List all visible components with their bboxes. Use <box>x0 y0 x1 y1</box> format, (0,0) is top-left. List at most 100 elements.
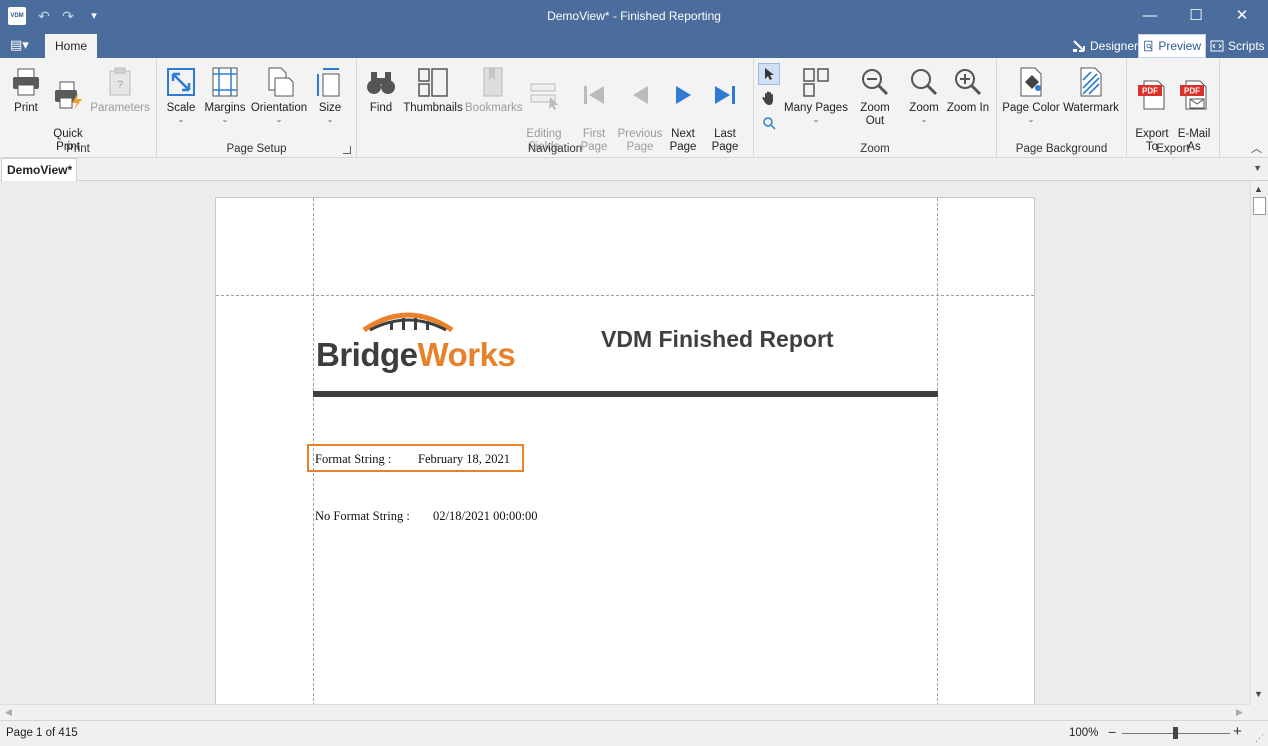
thumbnails-button[interactable]: Thumbnails <box>403 66 463 115</box>
print-button[interactable]: Print <box>6 66 46 115</box>
zoom-group: Many Pages ⌄ Zoom Out Zoom ⌄ Zoom In Zoo… <box>754 58 997 158</box>
watermark-button[interactable]: Watermark <box>1063 66 1119 115</box>
maximize-button[interactable]: ☐ <box>1173 0 1219 32</box>
window-title: DemoView* - Finished Reporting <box>547 9 721 23</box>
horizontal-scrollbar[interactable]: ◀ ▶ <box>0 704 1250 720</box>
email-as-button[interactable]: PDF E-Mail As <box>1173 66 1215 154</box>
zoom-icon <box>911 69 938 96</box>
collapse-ribbon-icon[interactable]: ︿ <box>1251 140 1262 156</box>
page-color-dropdown-icon: ⌄ <box>1027 115 1035 124</box>
size-label: Size <box>318 102 342 114</box>
parameters-button[interactable]: ? Parameters <box>90 66 150 115</box>
page-color-label: Page Color <box>1002 102 1060 114</box>
size-dropdown-icon: ⌄ <box>326 115 334 124</box>
many-pages-icon <box>803 68 829 97</box>
vertical-scroll-thumb[interactable] <box>1253 197 1266 215</box>
document-tab-demoview[interactable]: DemoView* <box>1 158 77 181</box>
svg-text:?: ? <box>117 79 123 91</box>
zoom-in-small-button[interactable]: + <box>1233 723 1242 740</box>
previous-page-icon <box>633 86 648 104</box>
tab-home[interactable]: Home <box>45 34 97 58</box>
page-background-group-label: Page Background <box>1015 143 1108 155</box>
find-button[interactable]: Find <box>363 66 399 115</box>
zoom-dropdown-icon: ⌄ <box>920 115 928 124</box>
tab-list-dropdown-icon[interactable]: ▼ <box>1253 163 1262 173</box>
quick-print-button[interactable]: Quick Print <box>48 66 88 154</box>
zoom-out-button[interactable]: Zoom Out <box>850 66 900 128</box>
preview-mode-label: Preview <box>1158 39 1201 53</box>
zoom-out-icon <box>862 69 889 96</box>
svg-text:PDF: PDF <box>1142 87 1158 96</box>
scripts-mode-button[interactable]: Scripts <box>1206 34 1268 58</box>
zoom-out-small-button[interactable]: − <box>1108 724 1116 740</box>
resize-grip-icon[interactable]: ⋰ <box>1255 733 1264 744</box>
zoom-slider-thumb[interactable] <box>1173 727 1178 739</box>
zoom-percentage[interactable]: 100% <box>1069 727 1098 739</box>
export-to-button[interactable]: PDF Export To <box>1131 66 1173 154</box>
zoom-in-label: Zoom In <box>946 102 990 114</box>
page-setup-dialog-launcher-icon[interactable] <box>343 146 351 154</box>
zoom-group-label: Zoom <box>860 143 890 155</box>
first-page-button[interactable]: First Page <box>575 66 613 154</box>
navigation-group: Find Thumbnails Bookmarks Editing Fields… <box>357 58 754 158</box>
pointer-tool-icon[interactable] <box>758 63 780 85</box>
hand-tool-icon[interactable] <box>758 87 780 109</box>
ribbon: Print Quick Print ? Parameters Print Sca… <box>0 58 1268 158</box>
report-preview-area[interactable]: BridgeWorks VDM Finished Report Format S… <box>0 181 1250 704</box>
scroll-left-icon[interactable]: ◀ <box>5 707 12 718</box>
size-button[interactable]: Size ⌄ <box>313 66 347 124</box>
bridgeworks-logo: BridgeWorks <box>316 308 516 374</box>
bridge-arch-icon <box>362 312 454 333</box>
orientation-label: Orientation <box>250 102 308 114</box>
title-bar: VDM ↶ ↷ ▾ DemoView* - Finished Reporting… <box>0 0 1268 32</box>
printer-icon <box>13 68 39 96</box>
margins-label: Margins <box>204 102 246 114</box>
print-group-label: Print <box>66 143 90 155</box>
editing-fields-button[interactable]: Editing Fields <box>523 66 565 154</box>
report-title: VDM Finished Report <box>601 326 834 352</box>
print-label: Print <box>14 102 38 114</box>
scroll-corner <box>1250 704 1268 720</box>
watermark-label: Watermark <box>1063 102 1119 114</box>
file-menu-icon[interactable]: ▤▾ <box>10 36 36 54</box>
minimize-button[interactable]: — <box>1127 0 1173 32</box>
export-pdf-icon: PDF <box>1138 80 1165 110</box>
scale-label: Scale <box>166 102 196 114</box>
format-string-label: Format String : <box>315 452 392 466</box>
header-rule <box>313 391 938 397</box>
scroll-down-icon[interactable]: ▼ <box>1254 689 1263 699</box>
zoom-button[interactable]: Zoom ⌄ <box>904 66 944 124</box>
designer-mode-button[interactable]: Designer <box>1068 34 1142 58</box>
scale-dropdown-icon: ⌄ <box>177 115 185 124</box>
thumbnails-icon <box>418 68 448 97</box>
size-icon <box>317 68 340 97</box>
last-page-button[interactable]: Last Page <box>707 66 743 154</box>
zoom-label: Zoom <box>909 102 939 114</box>
many-pages-label: Many Pages <box>784 102 848 114</box>
preview-mode-button[interactable]: Preview <box>1138 34 1206 58</box>
vertical-scrollbar[interactable]: ▲ ▼ <box>1250 181 1268 704</box>
page-color-button[interactable]: Page Color ⌄ <box>1001 66 1061 124</box>
zoom-tool-icon[interactable] <box>758 112 780 134</box>
page-setup-group-label: Page Setup <box>226 143 287 155</box>
scroll-right-icon[interactable]: ▶ <box>1236 707 1243 718</box>
binoculars-icon <box>367 72 395 94</box>
scale-button[interactable]: Scale ⌄ <box>163 66 199 124</box>
svg-text:PDF: PDF <box>1184 87 1200 96</box>
orientation-button[interactable]: Orientation ⌄ <box>249 66 309 124</box>
scroll-up-icon[interactable]: ▲ <box>1254 184 1263 194</box>
no-format-string-label: No Format String : <box>315 509 410 523</box>
many-pages-dropdown-icon: ⌄ <box>812 115 820 124</box>
margins-dropdown-icon: ⌄ <box>221 115 229 124</box>
many-pages-button[interactable]: Many Pages ⌄ <box>784 66 848 124</box>
right-margin-guide <box>937 198 938 704</box>
close-button[interactable]: ✕ <box>1219 0 1265 32</box>
bookmarks-button[interactable]: Bookmarks <box>465 66 523 115</box>
next-page-button[interactable]: Next Page <box>665 66 701 154</box>
ribbon-tab-row: ▤▾ Home Designer Preview Scripts <box>0 32 1268 58</box>
previous-page-button[interactable]: Previous Page <box>617 66 663 154</box>
top-margin-guide <box>216 295 1034 296</box>
zoom-in-button[interactable]: Zoom In <box>946 66 990 115</box>
margins-button[interactable]: Margins ⌄ <box>203 66 247 124</box>
watermark-icon <box>1080 67 1102 97</box>
